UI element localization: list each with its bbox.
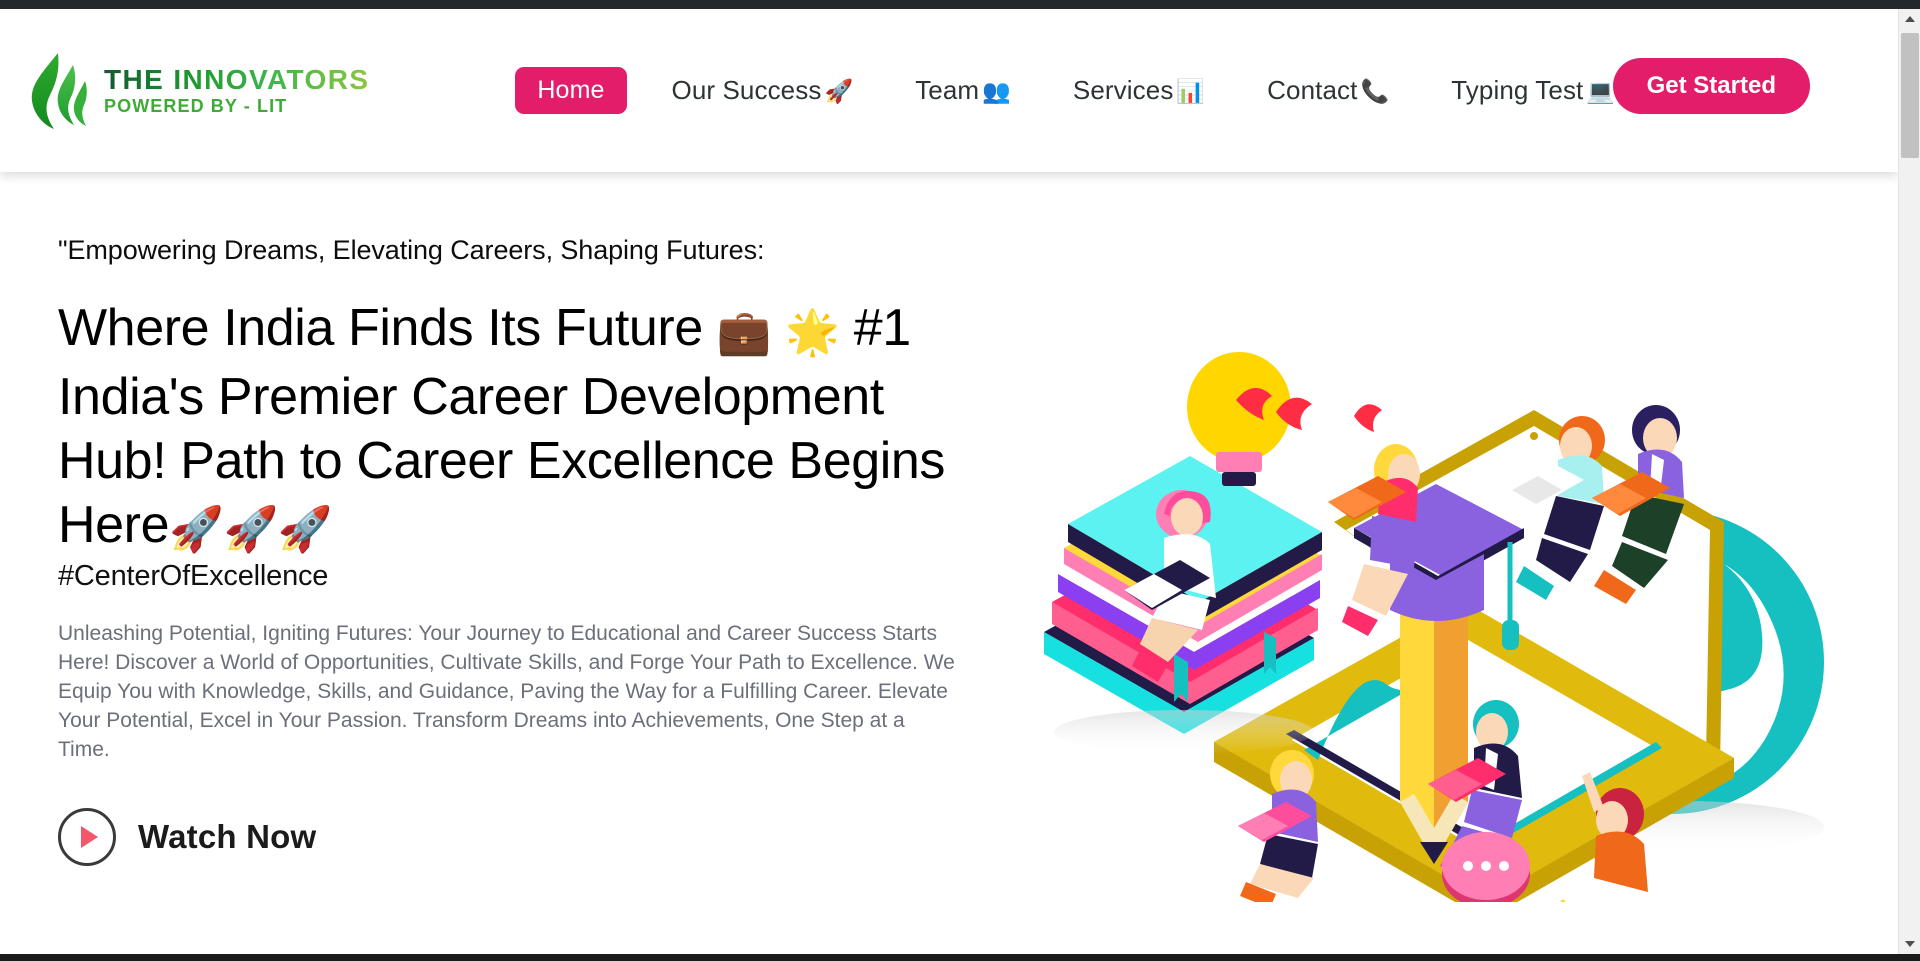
phone-icon: 📞 (1360, 78, 1390, 104)
isometric-education-illustration-icon (1044, 352, 1824, 902)
nav-label-our-success: Our Success (671, 75, 822, 105)
nav-label-home: Home (537, 76, 605, 104)
nav-item-contact[interactable]: Contact 📞 (1236, 75, 1420, 106)
nav-item-typing-test[interactable]: Typing Test 💻 (1420, 75, 1646, 106)
brand-logo[interactable]: THE INNOVATORS POWERED BY - LIT (28, 51, 369, 131)
browser-bottom-bar (0, 954, 1920, 961)
nav-label-typing-test: Typing Test (1451, 75, 1584, 105)
headline-text-1: Where India Finds Its Future (58, 299, 717, 357)
nav-item-services[interactable]: Services 📊 (1042, 75, 1236, 106)
scroll-down-button[interactable] (1899, 934, 1920, 954)
hero-headline: Where India Finds Its Future 💼 🌟 #1 Indi… (58, 296, 958, 562)
hero-illustration (1024, 302, 1874, 902)
nav-item-team[interactable]: Team 👥 (884, 75, 1042, 106)
vertical-scrollbar[interactable] (1898, 9, 1920, 954)
site-header: THE INNOVATORS POWERED BY - LIT Home Our… (0, 9, 1898, 172)
briefcase-icon: 💼 (716, 308, 772, 357)
scroll-up-button[interactable] (1899, 9, 1920, 29)
hero-description: Unleashing Potential, Igniting Futures: … (58, 622, 955, 761)
glowing-star-icon: 🌟 (785, 308, 840, 357)
browser-viewport: THE INNOVATORS POWERED BY - LIT Home Our… (0, 0, 1920, 961)
hero-kicker: "Empowering Dreams, Elevating Careers, S… (58, 235, 765, 265)
nav-label-team: Team (915, 75, 980, 105)
hero-hashtag: #CenterOfExcellence (58, 560, 329, 592)
nav-label-contact: Contact (1267, 75, 1358, 105)
hero-section: "Empowering Dreams, Elevating Careers, S… (0, 172, 1898, 954)
brand-subtitle: POWERED BY - LIT (104, 96, 288, 117)
scrollbar-thumb[interactable] (1901, 33, 1919, 158)
nav-item-home[interactable]: Home (515, 67, 627, 114)
people-icon: 👥 (982, 78, 1011, 104)
rocket-trio-icon: 🚀🚀🚀 (169, 505, 333, 554)
get-started-button[interactable]: Get Started (1612, 58, 1810, 114)
watch-now-button[interactable]: Watch Now (58, 808, 316, 866)
watch-now-label: Watch Now (138, 818, 317, 855)
speed-lines (1560, 898, 1566, 902)
main-navigation: Home Our Success 🚀 Team 👥 Services 📊 Contac… (501, 67, 1646, 114)
laptop-icon: 💻 (1586, 78, 1616, 104)
nav-label-services: Services (1072, 75, 1174, 105)
browser-top-bar (0, 0, 1920, 9)
bar-chart-icon: 📊 (1176, 78, 1206, 104)
brand-title: THE INNOVATORS (104, 63, 370, 95)
page-content: THE INNOVATORS POWERED BY - LIT Home Our… (0, 9, 1898, 954)
green-flame-logo-icon (31, 52, 87, 129)
nav-item-our-success[interactable]: Our Success 🚀 (641, 75, 885, 106)
play-circle-icon (58, 808, 116, 866)
chat-bubble (1442, 832, 1530, 902)
hero-copy: "Empowering Dreams, Elevating Careers, S… (58, 235, 978, 866)
rocket-icon: 🚀 (824, 78, 854, 104)
